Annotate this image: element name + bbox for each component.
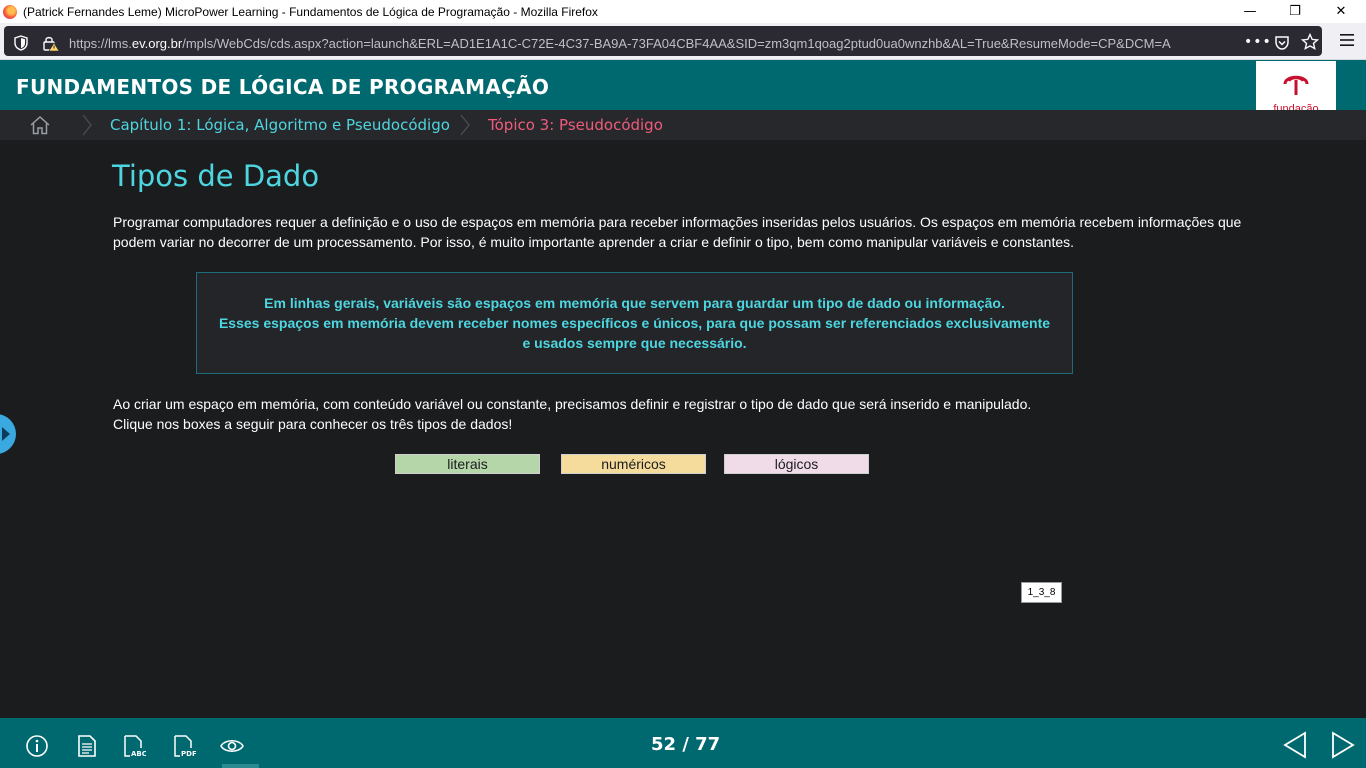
- pdf-download-icon[interactable]: PDF: [172, 734, 196, 758]
- pocket-icon[interactable]: [1274, 35, 1290, 51]
- info-icon[interactable]: [25, 734, 49, 758]
- window-title: (Patrick Fernandes Leme) MicroPower Lear…: [23, 4, 598, 19]
- type-box-numericos[interactable]: numéricos: [561, 454, 706, 474]
- course-header: FUNDAMENTOS DE LÓGICA DE PROGRAMAÇÃO: [0, 60, 1366, 110]
- play-arrow-icon: [2, 427, 10, 441]
- restore-button[interactable]: ❐: [1272, 0, 1318, 23]
- breadcrumb: Capítulo 1: Lógica, Algoritmo e Pseudocó…: [0, 110, 1366, 140]
- bradesco-tree-icon: [1283, 75, 1309, 95]
- window-titlebar: (Patrick Fernandes Leme) MicroPower Lear…: [0, 0, 1366, 23]
- breadcrumb-chapter[interactable]: Capítulo 1: Lógica, Algoritmo e Pseudocó…: [110, 116, 450, 134]
- bookmark-star-icon[interactable]: [1301, 33, 1319, 51]
- definition-callout: Em linhas gerais, variáveis são espaços …: [196, 272, 1073, 374]
- type-box-logicos[interactable]: lógicos: [724, 454, 869, 474]
- browser-toolbar: https://lms.ev.org.br/mpls/WebCds/cds.as…: [0, 23, 1366, 60]
- url-text[interactable]: https://lms.ev.org.br/mpls/WebCds/cds.as…: [69, 36, 1239, 51]
- callout-line-2: Esses espaços em memória devem receber n…: [218, 315, 1051, 331]
- close-window-button[interactable]: ✕: [1318, 0, 1364, 23]
- type-box-literais[interactable]: literais: [395, 454, 540, 474]
- course-title: FUNDAMENTOS DE LÓGICA DE PROGRAMAÇÃO: [16, 75, 550, 99]
- svg-text:ABC: ABC: [131, 750, 146, 758]
- callout-line-1: Em linhas gerais, variáveis são espaços …: [264, 295, 1005, 311]
- home-icon[interactable]: [29, 115, 51, 135]
- breadcrumb-separator-icon: [460, 114, 470, 136]
- breadcrumb-separator-icon: [82, 114, 92, 136]
- page-counter: 52 / 77: [651, 734, 721, 755]
- page-code-label: 1_3_8: [1021, 582, 1062, 603]
- url-path: /mpls/WebCds/cds.aspx?action=launch&ERL=…: [182, 36, 1171, 51]
- page-title: Tipos de Dado: [112, 159, 320, 193]
- glossary-abc-icon[interactable]: ABC: [122, 734, 146, 758]
- intro-paragraph: Programar computadores requer a definiçã…: [113, 214, 1242, 250]
- page-actions-menu-icon[interactable]: •••: [1244, 34, 1272, 50]
- active-tool-indicator: [222, 764, 259, 768]
- url-prefix: https://lms.: [69, 36, 132, 51]
- url-domain: ev.org.br: [131, 36, 183, 51]
- notes-document-icon[interactable]: [75, 734, 99, 758]
- next-page-icon[interactable]: [1330, 731, 1356, 759]
- lock-warning-icon[interactable]: [42, 34, 60, 52]
- firefox-icon: [3, 4, 17, 19]
- minimize-button[interactable]: —: [1227, 0, 1273, 23]
- hamburger-menu-icon[interactable]: [1338, 31, 1356, 49]
- instruction-line-1: Ao criar um espaço em memória, com conte…: [113, 396, 1032, 412]
- url-bar[interactable]: https://lms.ev.org.br/mpls/WebCds/cds.as…: [4, 26, 1322, 56]
- tracking-shield-icon[interactable]: [14, 35, 28, 51]
- instruction-paragraph: Ao criar um espaço em memória, com conte…: [113, 394, 1253, 434]
- course-footer: ABC PDF 52 / 77: [0, 718, 1366, 768]
- callout-line-3: e usados sempre que necessário.: [522, 335, 747, 351]
- eye-accessibility-icon[interactable]: [220, 734, 244, 758]
- side-panel-toggle[interactable]: [0, 414, 16, 454]
- svg-text:PDF: PDF: [181, 750, 196, 758]
- instruction-line-2: Clique nos boxes a seguir para conhecer …: [113, 416, 513, 432]
- breadcrumb-topic[interactable]: Tópico 3: Pseudocódigo: [488, 116, 663, 134]
- previous-page-icon[interactable]: [1282, 731, 1308, 759]
